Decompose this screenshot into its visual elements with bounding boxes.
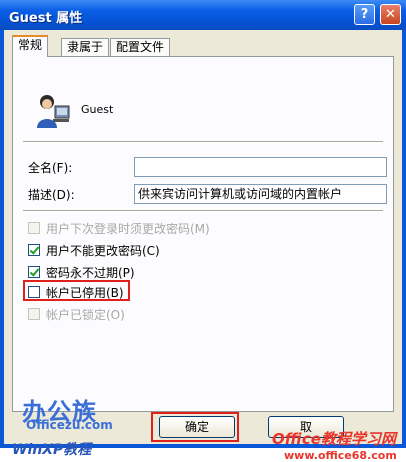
- title-bar[interactable]: Guest 属性 ? ✕: [0, 0, 406, 30]
- properties-window: Guest 属性 ? ✕ 常规 隶属于 配置文件 Guest 全名(F): 描述…: [0, 0, 406, 462]
- officezu-url: Officezu.com: [26, 418, 113, 432]
- site-watermark: Office教程学习网: [272, 430, 396, 448]
- checkbox-box[interactable]: [28, 308, 40, 320]
- checkbox-label: 用户下次登录时须更改密码(M): [46, 222, 210, 236]
- checkbox-label: 密码永不过期(P): [46, 266, 135, 280]
- username-label: Guest: [81, 103, 114, 116]
- divider: [23, 210, 383, 212]
- checkbox-label: 帐户已锁定(O): [46, 308, 125, 322]
- fullname-label: 全名(F):: [28, 161, 73, 175]
- window-title: Guest 属性: [9, 11, 83, 26]
- close-button[interactable]: ✕: [380, 4, 401, 25]
- tab-general[interactable]: 常规: [12, 35, 49, 57]
- checkbox-label: 用户不能更改密码(C): [46, 244, 160, 258]
- highlight-box: [23, 280, 130, 301]
- highlight-box: [151, 412, 239, 442]
- winxp-tutorial-logo: WinXP教程: [12, 442, 92, 458]
- help-button[interactable]: ?: [354, 4, 375, 25]
- general-panel: Guest 全名(F): 描述(D): 供来宾访问计算机或访问域的内置帐户 用户…: [12, 56, 394, 412]
- checkbox-box[interactable]: [28, 266, 40, 278]
- site-watermark-url: www.office68.com: [284, 449, 397, 462]
- description-input[interactable]: 供来宾访问计算机或访问域的内置帐户: [134, 184, 387, 204]
- checkbox-box[interactable]: [28, 244, 40, 256]
- dialog-body: 常规 隶属于 配置文件 Guest 全名(F): 描述(D): 供来宾访问计算机…: [4, 30, 402, 462]
- tab-member-of[interactable]: 隶属于: [61, 38, 110, 56]
- tab-profile[interactable]: 配置文件: [110, 38, 171, 56]
- description-label: 描述(D):: [28, 188, 75, 202]
- checkbox-box[interactable]: [28, 222, 40, 234]
- user-avatar-icon: [37, 95, 70, 128]
- divider: [23, 141, 383, 143]
- fullname-input[interactable]: [134, 157, 387, 177]
